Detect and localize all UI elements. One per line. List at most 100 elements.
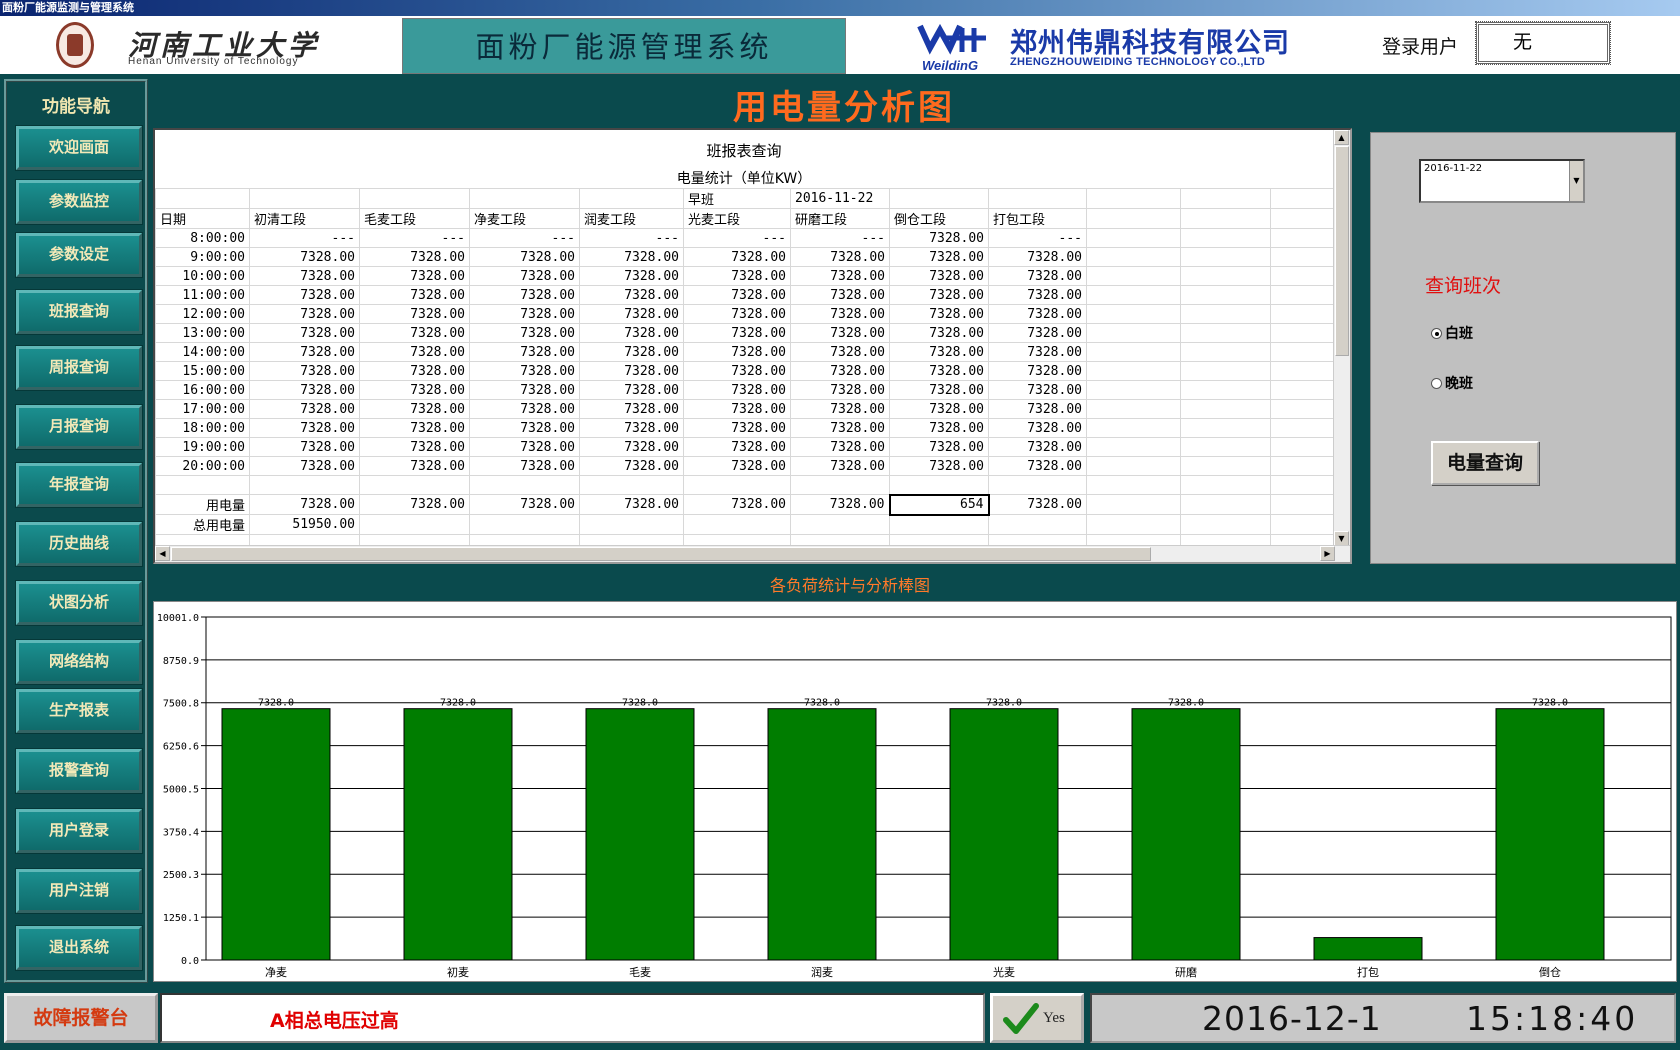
usage-label[interactable]: 用电量: [155, 494, 250, 515]
table-cell[interactable]: 7328.00: [469, 323, 580, 343]
table-cell[interactable]: [1180, 475, 1271, 495]
table-cell[interactable]: [1086, 228, 1181, 248]
table-cell[interactable]: [1270, 514, 1341, 535]
nav-user-login-button[interactable]: 用户登录: [16, 809, 142, 853]
table-cell[interactable]: 7328.00: [988, 342, 1087, 362]
nav-param-monitor-button[interactable]: 参数监控: [16, 180, 142, 224]
table-cell[interactable]: 7328.00: [359, 418, 470, 438]
table-cell[interactable]: ---: [790, 228, 890, 248]
table-cell[interactable]: 7328.00: [683, 361, 791, 381]
table-cell[interactable]: [1086, 475, 1181, 495]
table-cell[interactable]: 7328.00: [988, 456, 1087, 476]
nav-network-button[interactable]: 网络结构: [16, 640, 142, 684]
table-cell[interactable]: ---: [988, 228, 1087, 248]
table-cell[interactable]: [1270, 323, 1341, 343]
table-cell[interactable]: 7328.00: [790, 380, 890, 400]
table-cell[interactable]: [469, 188, 580, 209]
table-cell[interactable]: 7328.00: [579, 285, 684, 305]
table-cell[interactable]: 7328.00: [889, 228, 989, 248]
table-cell[interactable]: 7328.00: [249, 380, 360, 400]
nav-month-report-button[interactable]: 月报查询: [16, 405, 142, 449]
table-cell[interactable]: 7328.00: [469, 285, 580, 305]
usage-value[interactable]: 7328.00: [579, 494, 684, 515]
table-cell[interactable]: 7328.00: [579, 342, 684, 362]
usage-value[interactable]: 654: [888, 493, 990, 516]
nav-week-report-button[interactable]: 周报查询: [16, 346, 142, 390]
table-cell[interactable]: [1270, 380, 1341, 400]
table-cell[interactable]: 7328.00: [579, 304, 684, 324]
vertical-scroll-thumb[interactable]: [1335, 146, 1349, 356]
table-cell[interactable]: 12:00:00: [155, 304, 250, 324]
table-cell[interactable]: [1086, 266, 1181, 286]
table-cell[interactable]: [1086, 188, 1181, 209]
table-cell[interactable]: 15:00:00: [155, 361, 250, 381]
table-cell[interactable]: [683, 475, 791, 495]
shift-label[interactable]: 早班: [683, 188, 791, 209]
table-cell[interactable]: [1180, 188, 1271, 209]
table-cell[interactable]: [1270, 361, 1341, 381]
column-header[interactable]: 润麦工段: [579, 208, 684, 229]
table-cell[interactable]: 7328.00: [988, 304, 1087, 324]
table-cell[interactable]: 7328.00: [359, 247, 470, 267]
table-cell[interactable]: 7328.00: [469, 304, 580, 324]
table-cell[interactable]: 7328.00: [249, 323, 360, 343]
table-cell[interactable]: 7328.00: [988, 323, 1087, 343]
table-cell[interactable]: [889, 514, 989, 535]
table-cell[interactable]: [1270, 285, 1341, 305]
table-cell[interactable]: [1086, 304, 1181, 324]
radio-checked-icon[interactable]: [1431, 328, 1442, 339]
table-cell[interactable]: 7328.00: [469, 342, 580, 362]
table-cell[interactable]: [1086, 494, 1181, 515]
table-cell[interactable]: [1086, 361, 1181, 381]
table-cell[interactable]: 7328.00: [889, 285, 989, 305]
table-cell[interactable]: 7328.00: [579, 266, 684, 286]
table-cell[interactable]: 7328.00: [790, 399, 890, 419]
column-header[interactable]: 光麦工段: [683, 208, 791, 229]
table-cell[interactable]: 7328.00: [889, 380, 989, 400]
column-header[interactable]: 初清工段: [249, 208, 360, 229]
nav-alarm-query-button[interactable]: 报警查询: [16, 749, 142, 793]
usage-value[interactable]: 7328.00: [988, 494, 1087, 515]
column-header[interactable]: 打包工段: [988, 208, 1087, 229]
table-cell[interactable]: 7328.00: [683, 418, 791, 438]
table-cell[interactable]: 7328.00: [249, 247, 360, 267]
table-cell[interactable]: 9:00:00: [155, 247, 250, 267]
login-user-field[interactable]: 无: [1475, 21, 1611, 65]
table-cell[interactable]: [1270, 456, 1341, 476]
table-cell[interactable]: 7328.00: [988, 285, 1087, 305]
table-cell[interactable]: [1270, 247, 1341, 267]
table-cell[interactable]: 7328.00: [579, 247, 684, 267]
table-cell[interactable]: 7328.00: [683, 266, 791, 286]
table-cell[interactable]: 7328.00: [889, 247, 989, 267]
table-cell[interactable]: 7328.00: [469, 247, 580, 267]
table-cell[interactable]: [359, 514, 470, 535]
table-cell[interactable]: 7328.00: [469, 380, 580, 400]
table-cell[interactable]: [683, 514, 791, 535]
table-cell[interactable]: [579, 514, 684, 535]
table-cell[interactable]: 20:00:00: [155, 456, 250, 476]
table-cell[interactable]: [1270, 494, 1341, 515]
nav-welcome-button[interactable]: 欢迎画面: [16, 126, 142, 170]
table-cell[interactable]: 7328.00: [359, 323, 470, 343]
table-cell[interactable]: [155, 188, 250, 209]
table-cell[interactable]: 7328.00: [579, 418, 684, 438]
table-cell[interactable]: 7328.00: [790, 304, 890, 324]
table-cell[interactable]: [1180, 228, 1271, 248]
table-cell[interactable]: 18:00:00: [155, 418, 250, 438]
table-cell[interactable]: 7328.00: [790, 266, 890, 286]
power-query-button[interactable]: 电量查询: [1431, 441, 1539, 485]
table-cell[interactable]: [1180, 208, 1271, 229]
table-cell[interactable]: [1180, 304, 1271, 324]
table-cell[interactable]: 7328.00: [469, 437, 580, 457]
scroll-left-icon[interactable]: ◀: [155, 546, 170, 561]
table-cell[interactable]: 7328.00: [359, 399, 470, 419]
table-cell[interactable]: [1086, 342, 1181, 362]
table-cell[interactable]: 7328.00: [683, 285, 791, 305]
table-cell[interactable]: 7328.00: [889, 437, 989, 457]
table-cell[interactable]: [1180, 437, 1271, 457]
table-cell[interactable]: 7328.00: [889, 361, 989, 381]
total-label[interactable]: 总用电量: [155, 514, 250, 535]
table-cell[interactable]: 7328.00: [683, 456, 791, 476]
table-cell[interactable]: 7328.00: [790, 437, 890, 457]
table-cell[interactable]: [249, 188, 360, 209]
